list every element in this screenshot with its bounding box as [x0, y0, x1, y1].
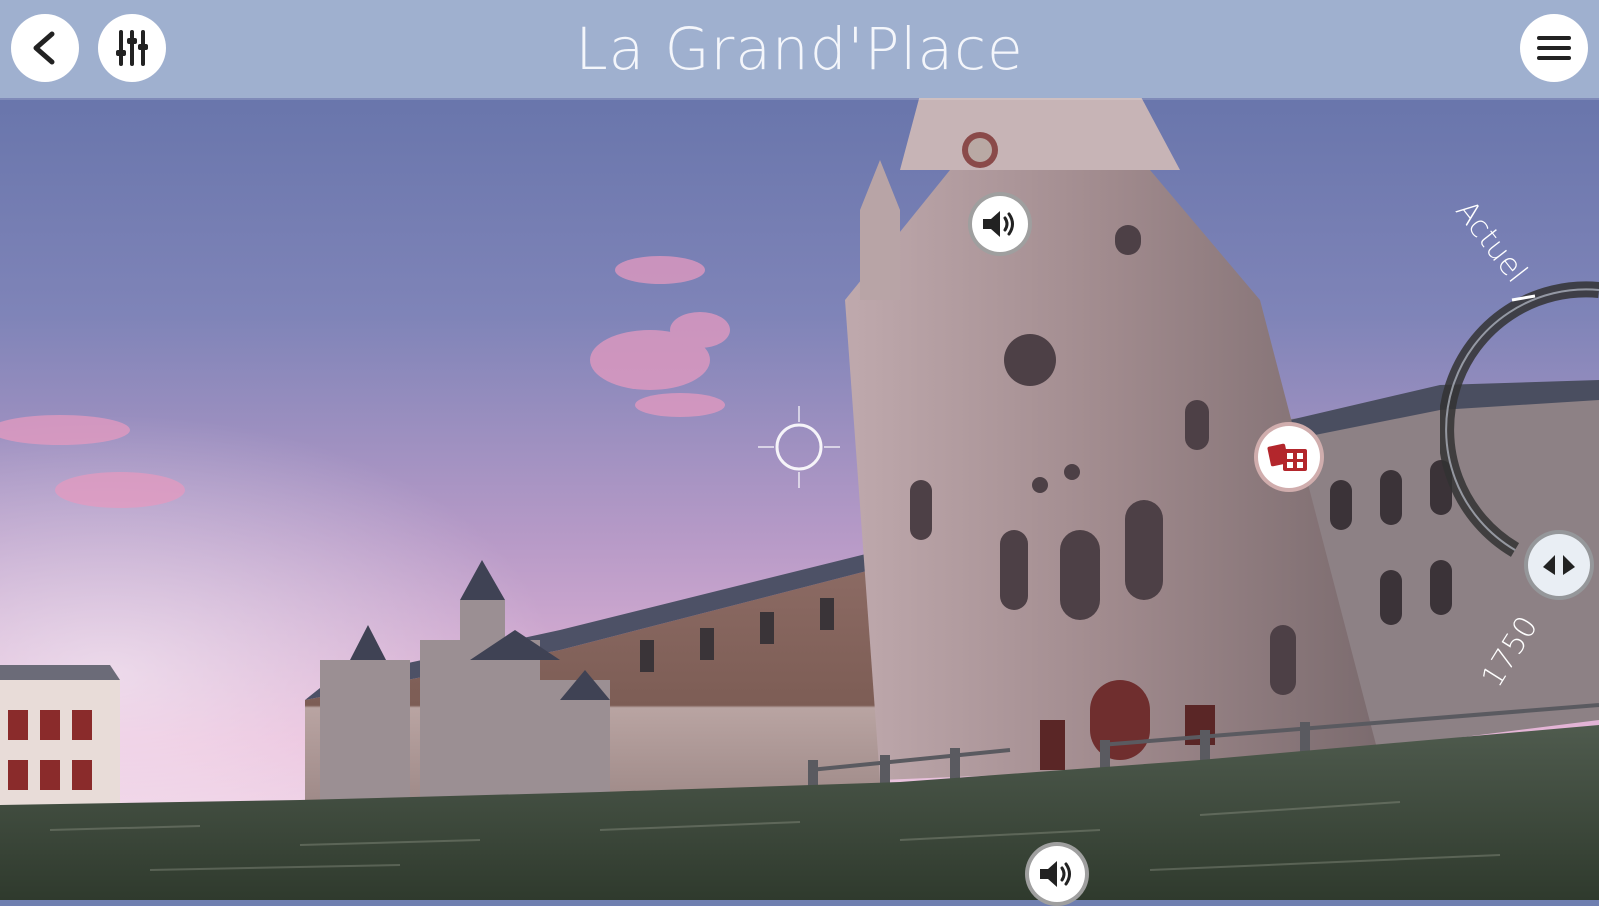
speaker-icon: [983, 211, 1014, 237]
page-title: La Grand'Place: [575, 15, 1024, 83]
audio-hotspot-tower[interactable]: [968, 192, 1032, 256]
top-bar: La Grand'Place: [0, 0, 1599, 98]
hamburger-menu-icon: [1537, 36, 1571, 60]
crosshair-icon: [758, 406, 840, 488]
speaker-icon: [1040, 861, 1071, 887]
timeline-handle[interactable]: [1524, 530, 1594, 600]
image-gallery-icon: [1267, 443, 1307, 471]
timeline-dial[interactable]: Actuel 1750: [1440, 170, 1599, 710]
audio-hotspot-ground[interactable]: [1025, 842, 1089, 906]
double-arrow-icon: [1543, 555, 1575, 575]
gallery-hotspot[interactable]: [1254, 422, 1324, 492]
menu-button[interactable]: [1520, 14, 1588, 82]
